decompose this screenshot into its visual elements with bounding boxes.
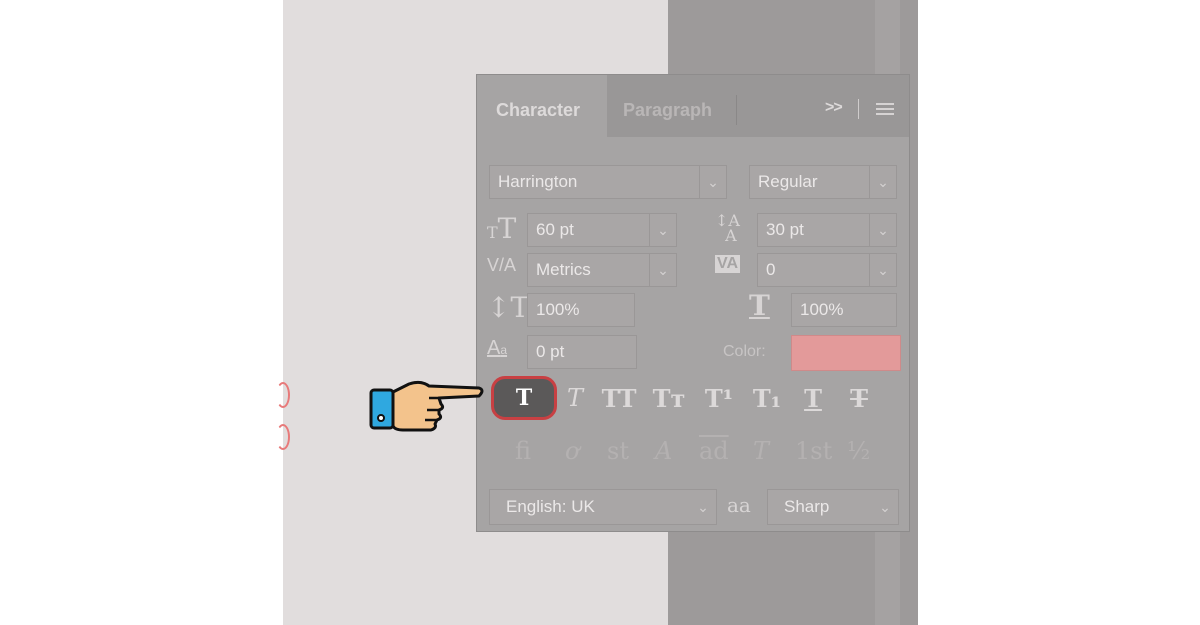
tracking-icon: VA <box>715 255 741 273</box>
contextual-alternates-button[interactable]: ơ <box>565 437 579 465</box>
small-caps-button[interactable]: Tт <box>649 381 689 415</box>
stylistic-alternates-button[interactable]: ad <box>699 437 729 465</box>
canvas-text-fragment <box>276 424 290 450</box>
baseline-shift-field[interactable]: 0 pt <box>527 335 637 369</box>
chevron-down-icon[interactable]: ⌄ <box>869 166 896 198</box>
kerning-value: Metrics <box>536 260 591 279</box>
tracking-value: 0 <box>766 260 776 279</box>
language-value: English: UK <box>506 497 595 516</box>
color-label: Color: <box>723 343 766 360</box>
menu-divider <box>858 99 859 119</box>
ordinals-button[interactable]: 1st <box>795 437 832 465</box>
kerning-select[interactable]: Metrics ⌄ <box>527 253 677 287</box>
anti-alias-icon: aa <box>727 493 751 517</box>
leading-value: 30 pt <box>766 220 804 239</box>
anti-alias-select[interactable]: Sharp ⌄ <box>767 489 899 525</box>
panel-tab-bar: Character Paragraph >> <box>477 75 909 137</box>
kerning-icon: V/A <box>487 255 517 275</box>
swash-button[interactable]: A <box>655 437 672 465</box>
color-swatch[interactable] <box>791 335 901 371</box>
faux-italic-button[interactable]: T <box>559 381 591 415</box>
strikethrough-button[interactable]: T <box>841 381 877 415</box>
pointing-hand-icon <box>369 380 484 432</box>
underline-button[interactable]: T <box>795 381 831 415</box>
tab-character[interactable]: Character <box>477 75 607 137</box>
faux-bold-button[interactable]: T <box>491 376 557 420</box>
horizontal-scale-value: 100% <box>800 300 844 319</box>
standard-ligatures-button[interactable]: fi <box>515 437 531 465</box>
character-panel: Character Paragraph >> Harrington ⌄ Regu… <box>476 74 910 532</box>
all-caps-button[interactable]: TT <box>599 381 639 415</box>
font-size-icon: TT <box>487 212 517 245</box>
chevron-down-icon[interactable]: ⌄ <box>649 214 676 246</box>
vertical-scale-field[interactable]: 100% <box>527 293 635 327</box>
baseline-shift-icon: Aa <box>487 337 508 359</box>
chevron-down-icon[interactable]: ⌄ <box>869 214 896 246</box>
font-size-value: 60 pt <box>536 220 574 239</box>
canvas-text-fragment <box>276 382 290 408</box>
font-size-field[interactable]: 60 pt ⌄ <box>527 213 677 247</box>
anti-alias-value: Sharp <box>784 497 830 516</box>
tracking-select[interactable]: 0 ⌄ <box>757 253 897 287</box>
tab-separator <box>736 95 737 125</box>
chevron-down-icon[interactable]: ⌄ <box>699 166 726 198</box>
leading-icon: ↕A A <box>715 211 740 245</box>
font-family-select[interactable]: Harrington ⌄ <box>489 165 727 199</box>
chevron-down-icon[interactable]: ⌄ <box>649 254 676 286</box>
font-style-select[interactable]: Regular ⌄ <box>749 165 897 199</box>
tab-paragraph[interactable]: Paragraph <box>623 75 712 137</box>
horizontal-scale-icon: T <box>749 289 770 322</box>
font-family-value: Harrington <box>498 172 578 191</box>
chevron-down-icon[interactable]: ⌄ <box>690 490 716 524</box>
leading-field[interactable]: 30 pt ⌄ <box>757 213 897 247</box>
superscript-button[interactable]: T¹ <box>699 381 739 415</box>
discretionary-ligatures-button[interactable]: st <box>607 437 629 465</box>
panel-menu-icon[interactable] <box>876 103 894 115</box>
chevron-down-icon[interactable]: ⌄ <box>872 490 898 524</box>
fractions-button[interactable]: ½ <box>847 437 870 465</box>
vertical-scale-icon: ↕T <box>487 291 530 324</box>
chevron-down-icon[interactable]: ⌄ <box>869 254 896 286</box>
horizontal-scale-field[interactable]: 100% <box>791 293 897 327</box>
language-select[interactable]: English: UK ⌄ <box>489 489 717 525</box>
font-style-value: Regular <box>758 172 818 191</box>
titling-alternates-button[interactable]: T <box>753 437 769 465</box>
subscript-button[interactable]: T₁ <box>747 381 787 415</box>
expand-panels-button[interactable]: >> <box>825 99 843 117</box>
vertical-scale-value: 100% <box>536 300 580 319</box>
baseline-shift-value: 0 pt <box>536 342 565 361</box>
